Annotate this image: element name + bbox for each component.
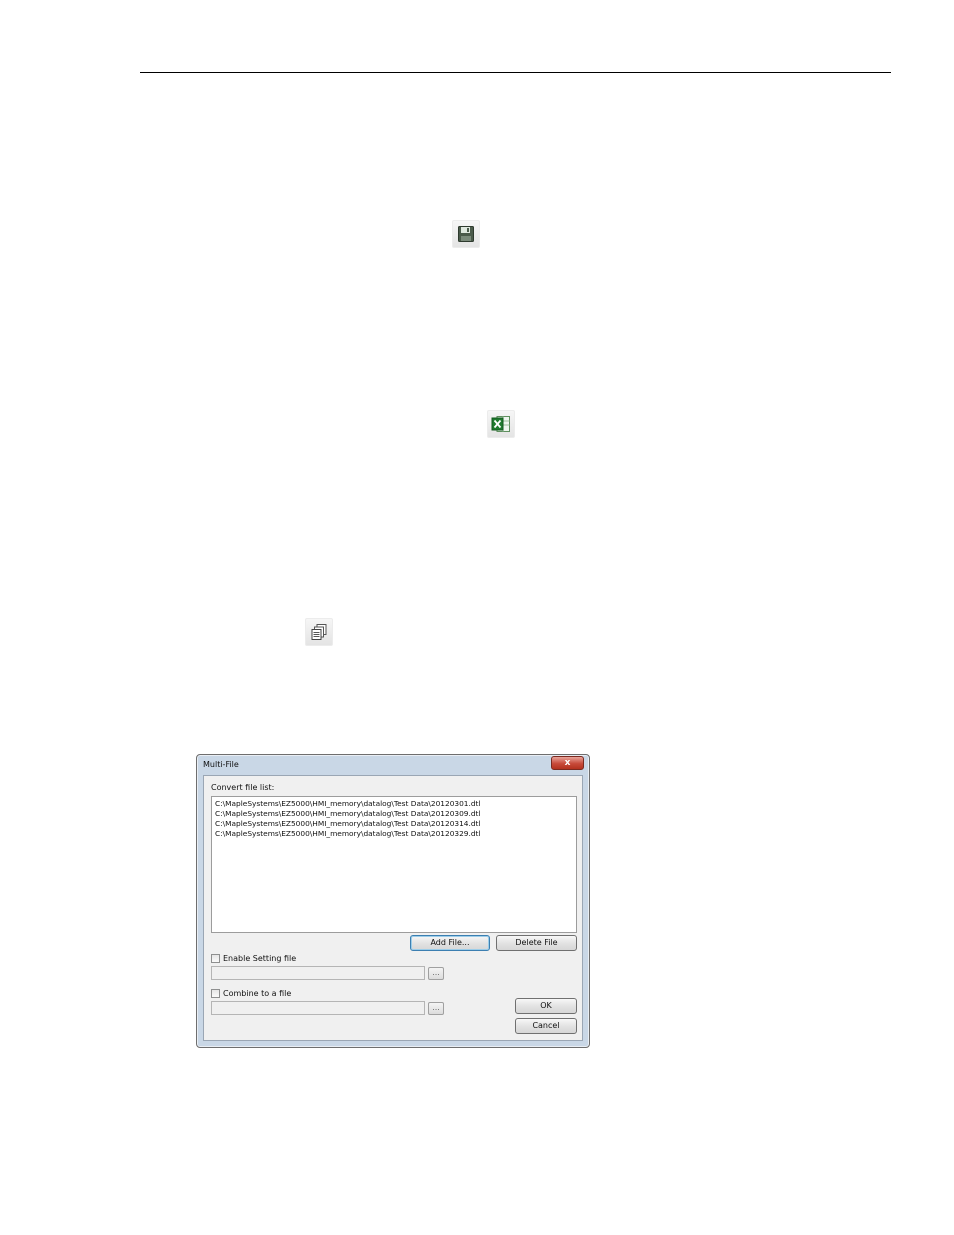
combine-file-path-field[interactable] [211, 1001, 425, 1015]
setting-browse-button[interactable]: ... [428, 967, 444, 980]
add-file-button[interactable]: Add File... [410, 935, 490, 951]
combine-checkbox[interactable] [211, 989, 220, 998]
header-rule [140, 72, 891, 73]
dialog-titlebar[interactable]: Multi-File x [197, 755, 589, 775]
list-item[interactable]: C:\MapleSystems\EZ5000\HMI_memory\datalo… [215, 829, 573, 839]
convert-file-list[interactable]: C:\MapleSystems\EZ5000\HMI_memory\datalo… [211, 796, 577, 933]
enable-setting-checkbox[interactable] [211, 954, 220, 963]
list-item[interactable]: C:\MapleSystems\EZ5000\HMI_memory\datalo… [215, 809, 573, 819]
ok-button[interactable]: OK [515, 998, 577, 1014]
list-item[interactable]: C:\MapleSystems\EZ5000\HMI_memory\datalo… [215, 819, 573, 829]
convert-list-label: Convert file list: [211, 783, 275, 792]
excel-icon [491, 416, 510, 432]
floppy-disk-icon [458, 226, 474, 242]
stacked-documents-icon [311, 624, 327, 640]
multi-file-dialog: Multi-File x Convert file list: C:\Maple… [196, 754, 590, 1048]
delete-file-button[interactable]: Delete File [496, 935, 577, 951]
close-button[interactable]: x [551, 756, 584, 770]
enable-setting-label: Enable Setting file [223, 954, 297, 963]
combine-label: Combine to a file [223, 989, 292, 998]
close-icon: x [564, 758, 571, 768]
multi-file-icon[interactable] [305, 618, 333, 646]
setting-file-path-field[interactable] [211, 966, 425, 980]
excel-export-icon[interactable] [487, 410, 515, 438]
combine-browse-button[interactable]: ... [428, 1002, 444, 1015]
dialog-client: Convert file list: C:\MapleSystems\EZ500… [203, 775, 583, 1041]
cancel-button[interactable]: Cancel [515, 1018, 577, 1034]
list-item[interactable]: C:\MapleSystems\EZ5000\HMI_memory\datalo… [215, 799, 573, 809]
save-icon[interactable] [452, 220, 480, 248]
dialog-title: Multi-File [203, 760, 239, 769]
